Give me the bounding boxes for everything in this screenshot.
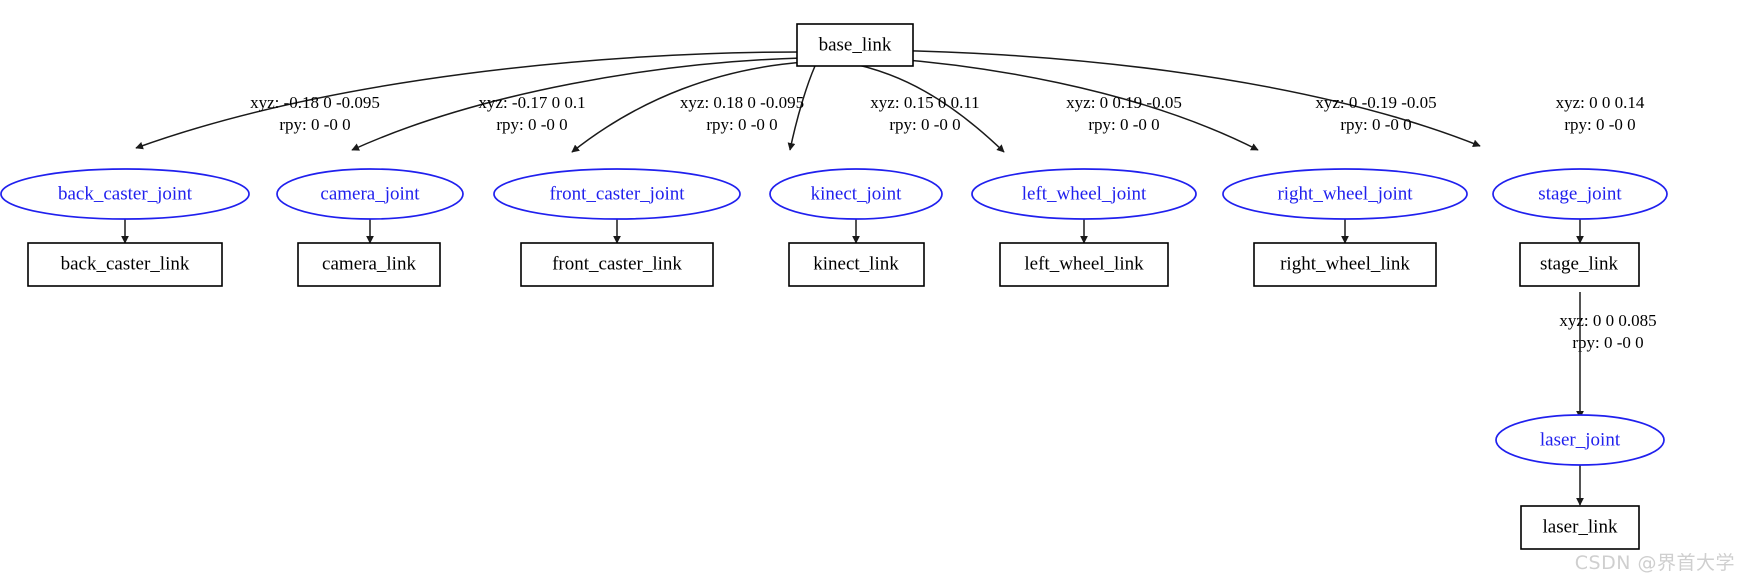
edge-label-right-wheel-rpy: rpy: 0 -0 0: [1340, 115, 1411, 134]
front-caster-joint-label: front_caster_joint: [549, 183, 685, 204]
stage-link-label: stage_link: [1540, 253, 1619, 274]
edge-label-right-wheel-xyz: xyz: 0 -0.19 -0.05: [1315, 93, 1436, 112]
left-wheel-joint-label: left_wheel_joint: [1022, 183, 1147, 204]
edge-label-laser-rpy: rpy: 0 -0 0: [1572, 333, 1643, 352]
node-camera-joint[interactable]: camera_joint: [276, 168, 464, 220]
edge-label-left-wheel-rpy: rpy: 0 -0 0: [1088, 115, 1159, 134]
kinect-link-label: kinect_link: [813, 253, 899, 274]
node-stage-joint[interactable]: stage_joint: [1492, 168, 1668, 220]
node-camera-link[interactable]: camera_link: [297, 242, 441, 287]
edge-label-stage-rpy: rpy: 0 -0 0: [1564, 115, 1635, 134]
stage-joint-label: stage_joint: [1538, 183, 1622, 204]
camera-joint-label: camera_joint: [320, 183, 420, 204]
edge-label-back-caster-xyz: xyz: -0.18 0 -0.095: [250, 93, 380, 112]
laser-link-label: laser_link: [1543, 516, 1618, 537]
node-right-wheel-link[interactable]: right_wheel_link: [1253, 242, 1437, 287]
kinect-joint-label: kinect_joint: [811, 183, 902, 204]
node-laser-joint[interactable]: laser_joint: [1495, 414, 1665, 466]
camera-link-label: camera_link: [322, 253, 416, 274]
right-wheel-joint-label: right_wheel_joint: [1277, 183, 1413, 204]
right-wheel-link-label: right_wheel_link: [1280, 253, 1410, 274]
node-back-caster-link[interactable]: back_caster_link: [27, 242, 223, 287]
node-right-wheel-joint[interactable]: right_wheel_joint: [1222, 168, 1468, 220]
diagram-canvas: xyz: -0.18 0 -0.095 rpy: 0 -0 0 xyz: -0.…: [0, 23, 1668, 550]
edge-label-stage-xyz: xyz: 0 0 0.14: [1556, 93, 1645, 112]
edge-label-kinect-xyz: xyz: 0.15 0 0.11: [870, 93, 979, 112]
base-link-label: base_link: [819, 34, 892, 55]
node-stage-link[interactable]: stage_link: [1519, 242, 1640, 287]
edge-label-camera-xyz: xyz: -0.17 0 0.1: [478, 93, 585, 112]
node-kinect-link[interactable]: kinect_link: [788, 242, 925, 287]
edge-label-front-caster-xyz: xyz: 0.18 0 -0.095: [680, 93, 804, 112]
edge-label-kinect-rpy: rpy: 0 -0 0: [889, 115, 960, 134]
node-left-wheel-link[interactable]: left_wheel_link: [999, 242, 1169, 287]
edge-label-laser-xyz: xyz: 0 0 0.085: [1559, 311, 1656, 330]
urdf-tree-diagram: xyz: -0.18 0 -0.095 rpy: 0 -0 0 xyz: -0.…: [0, 0, 1747, 581]
node-front-caster-joint[interactable]: front_caster_joint: [493, 168, 741, 220]
edge-label-left-wheel-xyz: xyz: 0 0.19 -0.05: [1066, 93, 1182, 112]
node-left-wheel-joint[interactable]: left_wheel_joint: [971, 168, 1197, 220]
edge-group-joint-to-link: [121, 194, 1584, 506]
node-laser-link[interactable]: laser_link: [1520, 505, 1640, 550]
back-caster-joint-label: back_caster_joint: [58, 183, 193, 204]
node-kinect-joint[interactable]: kinect_joint: [769, 168, 943, 220]
node-base-link[interactable]: base_link: [796, 23, 914, 67]
edge-label-back-caster-rpy: rpy: 0 -0 0: [279, 115, 350, 134]
laser-joint-label: laser_joint: [1540, 429, 1621, 450]
node-back-caster-joint[interactable]: back_caster_joint: [0, 168, 250, 220]
edge-label-group: xyz: -0.18 0 -0.095 rpy: 0 -0 0 xyz: -0.…: [250, 93, 1657, 352]
back-caster-link-label: back_caster_link: [61, 253, 190, 274]
node-front-caster-link[interactable]: front_caster_link: [520, 242, 714, 287]
left-wheel-link-label: left_wheel_link: [1024, 253, 1144, 274]
edge-label-front-caster-rpy: rpy: 0 -0 0: [706, 115, 777, 134]
edge-label-camera-rpy: rpy: 0 -0 0: [496, 115, 567, 134]
front-caster-link-label: front_caster_link: [552, 253, 682, 274]
